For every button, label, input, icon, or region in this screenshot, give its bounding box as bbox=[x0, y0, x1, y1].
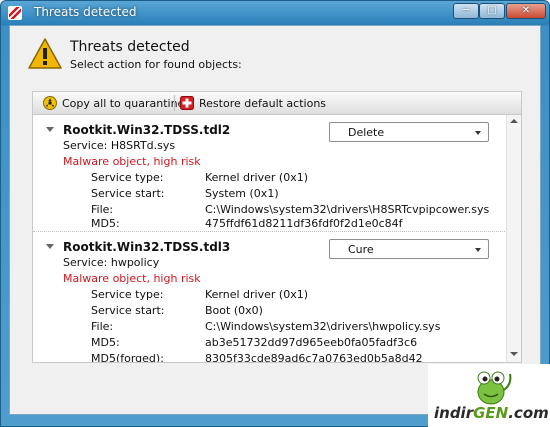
minimize-icon: ─ bbox=[462, 5, 470, 16]
copy-all-to-quarantine-button[interactable]: Copy all to quarantine bbox=[43, 96, 184, 110]
restore-icon bbox=[180, 96, 194, 110]
close-icon: ✕ bbox=[521, 5, 531, 16]
brand-text: indirGEN.com bbox=[434, 404, 549, 422]
service-start-value: Boot (0x0) bbox=[205, 304, 263, 317]
md5-forged-label: MD5(forged): bbox=[91, 352, 164, 363]
chevron-down-icon bbox=[475, 131, 481, 135]
threat-name: Rootkit.Win32.TDSS.tdl3 bbox=[63, 240, 231, 254]
threat-item: Rootkit.Win32.TDSS.tdl2 Service: H8SRTd.… bbox=[33, 115, 507, 230]
service-type-label: Service type: bbox=[91, 288, 164, 301]
page-title: Threats detected bbox=[70, 39, 190, 55]
service-type-value: Kernel driver (0x1) bbox=[205, 288, 309, 301]
dialog-content: Threats detected Select action for found… bbox=[9, 25, 541, 415]
close-button[interactable]: ✕ bbox=[506, 3, 546, 19]
file-value: C:\Windows\system32\drivers\H8SRTcvpipco… bbox=[205, 203, 490, 216]
action-toolbar: Copy all to quarantine Restore default a… bbox=[32, 91, 522, 115]
frog-mascot-icon bbox=[477, 371, 512, 405]
biohazard-icon bbox=[43, 96, 57, 110]
title-bar[interactable]: Threats detected ─ □ ✕ bbox=[1, 1, 549, 25]
collapse-arrow-icon[interactable] bbox=[46, 244, 54, 249]
window-title: Threats detected bbox=[34, 5, 137, 19]
chevron-down-icon bbox=[475, 248, 481, 252]
restore-default-actions-button[interactable]: Restore default actions bbox=[180, 96, 326, 110]
md5-value: ab3e51732dd97d965eeb0fa05fadf3c6 bbox=[205, 336, 418, 349]
app-window: Threats detected ─ □ ✕ Threats detected … bbox=[0, 0, 550, 427]
file-value: C:\Windows\system32\drivers\hwpolicy.sys bbox=[205, 320, 441, 333]
file-label: File: bbox=[91, 320, 114, 333]
service-start-label: Service start: bbox=[91, 187, 165, 200]
maximize-icon: □ bbox=[487, 5, 497, 16]
service-type-label: Service type: bbox=[91, 171, 164, 184]
brand-part-2: GEN bbox=[473, 404, 509, 422]
collapse-arrow-icon[interactable] bbox=[46, 127, 54, 132]
toolbar-divider bbox=[174, 95, 175, 111]
md5-forged-value: 8305f33cde89ad6c7a0763ed0b5a8d42 bbox=[205, 352, 423, 363]
threat-service: Service: hwpolicy bbox=[63, 256, 160, 269]
scroll-down-icon[interactable] bbox=[510, 352, 518, 356]
threat-risk: Malware object, high risk bbox=[63, 272, 201, 285]
restore-label: Restore default actions bbox=[199, 97, 327, 110]
maximize-button[interactable]: □ bbox=[479, 3, 505, 19]
brand-part-3: .com bbox=[508, 404, 549, 422]
kaspersky-icon bbox=[8, 6, 22, 20]
md5-label: MD5: bbox=[91, 217, 120, 230]
action-select-value: Delete bbox=[348, 126, 385, 139]
action-select-value: Cure bbox=[348, 243, 374, 256]
threat-item: Rootkit.Win32.TDSS.tdl3 Service: hwpolic… bbox=[33, 231, 507, 363]
minimize-button[interactable]: ─ bbox=[453, 3, 479, 19]
copy-all-label: Copy all to quarantine bbox=[62, 97, 185, 110]
page-subtitle: Select action for found objects: bbox=[70, 58, 242, 71]
md5-label: MD5: bbox=[91, 336, 120, 349]
warning-icon bbox=[28, 38, 62, 69]
scroll-up-icon[interactable] bbox=[510, 119, 518, 123]
service-start-value: System (0x1) bbox=[205, 187, 279, 200]
action-select[interactable]: Delete bbox=[329, 122, 489, 142]
watermark-logo: indirGEN.com bbox=[428, 364, 550, 427]
brand-part-1: indir bbox=[434, 404, 474, 422]
service-type-value: Kernel driver (0x1) bbox=[205, 171, 309, 184]
file-label: File: bbox=[91, 203, 114, 216]
threat-service: Service: H8SRTd.sys bbox=[63, 139, 176, 152]
threats-list[interactable]: Rootkit.Win32.TDSS.tdl2 Service: H8SRTd.… bbox=[32, 115, 522, 363]
service-start-label: Service start: bbox=[91, 304, 165, 317]
threat-name: Rootkit.Win32.TDSS.tdl2 bbox=[63, 123, 231, 137]
vertical-scrollbar[interactable] bbox=[506, 115, 521, 362]
action-select[interactable]: Cure bbox=[329, 239, 489, 259]
threat-risk: Malware object, high risk bbox=[63, 155, 201, 168]
md5-value: 475ffdf61d8211df36fdf0f2d1e0c84f bbox=[205, 217, 403, 230]
